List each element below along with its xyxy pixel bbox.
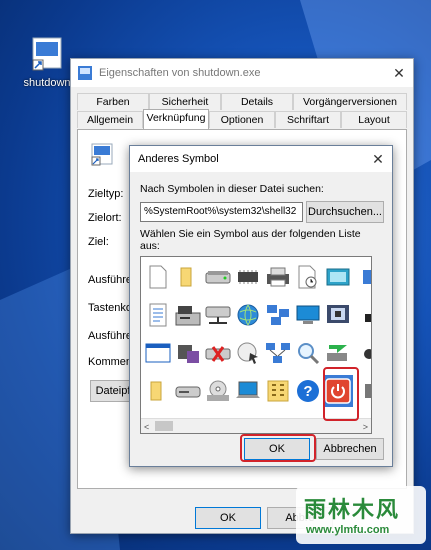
scroll-thumb[interactable]: [155, 421, 173, 431]
scroll-left-icon[interactable]: <: [144, 422, 149, 432]
dialog-close-button[interactable]: ✕: [364, 151, 392, 168]
window-icon[interactable]: [143, 337, 173, 369]
folder-icon[interactable]: [173, 261, 203, 293]
watermark-line1: 雨林木风: [304, 497, 401, 522]
watermark-logo: 雨林木风 www.ylmfu.com: [296, 486, 426, 544]
window-title: Eigenschaften von shutdown.exe: [99, 67, 261, 79]
display-settings-icon[interactable]: [293, 299, 323, 331]
tab-details[interactable]: Details: [221, 93, 293, 110]
label-ziel: Ziel:: [88, 236, 109, 248]
security-screen-icon[interactable]: [323, 299, 353, 331]
shortcut-icon: [91, 143, 113, 166]
partial-icon-2: [353, 299, 371, 331]
partial-icon: [353, 261, 371, 293]
properties-titlebar: Eigenschaften von shutdown.exe ✕: [71, 59, 413, 87]
document-clock-icon[interactable]: [293, 261, 323, 293]
printer-icon[interactable]: [263, 261, 293, 293]
tab-row-1: Farben Sicherheit Details Vorgängerversi…: [77, 93, 407, 110]
svg-text:?: ?: [303, 383, 312, 400]
tab-allgemein[interactable]: Allgemein: [77, 111, 143, 128]
tab-optionen[interactable]: Optionen: [209, 111, 275, 128]
removable-drive-icon[interactable]: [173, 375, 203, 407]
search-file-label: Nach Symbolen in dieser Datei suchen:: [140, 183, 324, 195]
computer-tower-icon[interactable]: [173, 299, 203, 331]
screen-window-icon[interactable]: [323, 261, 353, 293]
cd-drive-icon[interactable]: [203, 375, 233, 407]
chip-icon[interactable]: [233, 261, 263, 293]
help-icon[interactable]: ?: [293, 375, 323, 407]
network-connections-icon[interactable]: [263, 337, 293, 369]
choose-icon-label-1: Wählen Sie ein Symbol aus der folgenden …: [140, 228, 361, 240]
network-drive-icon[interactable]: [203, 299, 233, 331]
text-document-icon[interactable]: [143, 299, 173, 331]
globe-icon[interactable]: [233, 299, 263, 331]
computer-disk-icon[interactable]: [173, 337, 203, 369]
dialog-title: Anderes Symbol: [138, 153, 219, 165]
network-icon[interactable]: [263, 299, 293, 331]
scroll-right-icon[interactable]: >: [363, 422, 368, 432]
blank-document-icon[interactable]: [143, 261, 173, 293]
laptop-icon[interactable]: [233, 375, 263, 407]
tab-sicherheit[interactable]: Sicherheit: [149, 93, 221, 110]
desktop-icon-label: shutdown: [23, 77, 71, 89]
tab-vorgaengerversionen[interactable]: Vorgängerversionen: [293, 93, 407, 110]
disconnected-drive-icon[interactable]: [203, 337, 233, 369]
green-arrow-icon[interactable]: [323, 337, 353, 369]
tab-layout[interactable]: Layout: [341, 111, 407, 128]
dialog-cancel-button[interactable]: Abbrechen: [316, 438, 384, 460]
label-zielort: Zielort:: [88, 212, 122, 224]
properties-ok-button[interactable]: OK: [195, 507, 261, 529]
tab-row-2: Allgemein Verknüpfung Optionen Schriftar…: [77, 109, 407, 129]
partial-icon-3: [353, 337, 371, 369]
app-icon: [78, 66, 92, 80]
choose-icon-label-2: aus:: [140, 240, 160, 252]
window-close-button[interactable]: ✕: [385, 65, 413, 82]
icon-file-path-input[interactable]: %SystemRoot%\system32\shell32: [140, 202, 303, 222]
highlight-selected-icon: [323, 367, 359, 421]
magnifier-icon[interactable]: [293, 337, 323, 369]
folder-grid-icon[interactable]: [263, 375, 293, 407]
label-zieltyp: Zieltyp:: [88, 188, 124, 200]
tab-verknuepfung[interactable]: Verknüpfung: [143, 109, 209, 129]
shortcut-file-icon: [32, 37, 62, 71]
watermark-line2: www.ylmfu.com: [306, 524, 390, 536]
highlight-ok-button: [240, 434, 316, 462]
drive-icon[interactable]: [203, 261, 233, 293]
globe-cursor-icon[interactable]: [233, 337, 263, 369]
tab-schriftart[interactable]: Schriftart: [275, 111, 341, 128]
tab-farben[interactable]: Farben: [77, 93, 149, 110]
desktop-shortcut-shutdown[interactable]: shutdown: [22, 36, 72, 89]
dialog-titlebar: Anderes Symbol ✕: [130, 146, 392, 172]
folder-icon-2[interactable]: [143, 375, 173, 407]
browse-button[interactable]: Durchsuchen...: [306, 201, 384, 223]
